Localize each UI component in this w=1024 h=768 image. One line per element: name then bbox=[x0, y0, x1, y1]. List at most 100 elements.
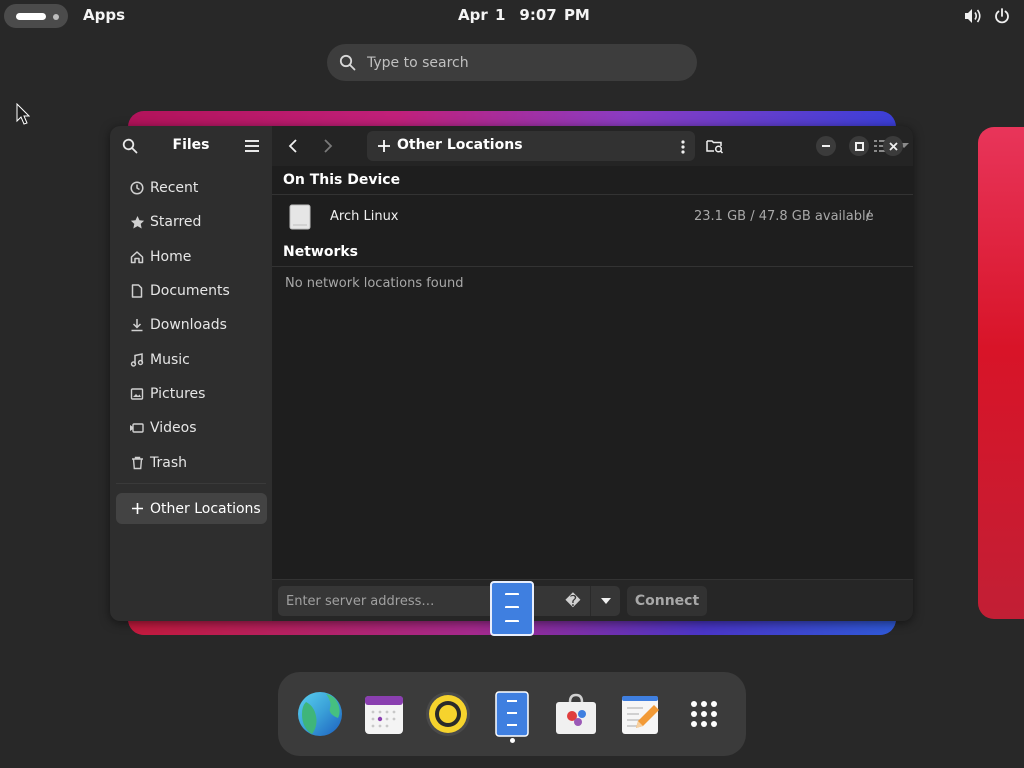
hamburger-menu-icon[interactable] bbox=[244, 138, 260, 157]
app-grid-icon[interactable] bbox=[680, 690, 728, 738]
sidebar-item-videos[interactable]: Videos bbox=[110, 411, 272, 445]
running-indicator bbox=[510, 738, 515, 743]
mouse-pointer-icon bbox=[16, 102, 31, 129]
device-space: 23.1 GB / 47.8 GB available bbox=[694, 209, 874, 224]
chevron-left-icon bbox=[288, 139, 297, 153]
sidebar-item-downloads[interactable]: Downloads bbox=[110, 308, 272, 342]
path-bar[interactable]: Other Locations bbox=[367, 131, 695, 161]
sidebar-header: Files bbox=[110, 126, 272, 166]
sidebar-divider bbox=[116, 483, 266, 484]
search-input[interactable] bbox=[367, 44, 687, 81]
system-tray[interactable] bbox=[964, 7, 1010, 25]
workspace-dot-icon bbox=[53, 14, 59, 20]
close-button[interactable] bbox=[883, 136, 903, 156]
cabinet-drawer-icon bbox=[505, 606, 519, 610]
empty-networks-message: No network locations found bbox=[285, 276, 464, 291]
section-divider bbox=[272, 194, 913, 195]
chevron-down-icon bbox=[600, 597, 611, 604]
volume-icon[interactable] bbox=[964, 8, 982, 24]
kebab-menu-icon[interactable] bbox=[681, 139, 685, 158]
sidebar-item-label: Recent bbox=[150, 180, 199, 197]
next-workspace-preview[interactable] bbox=[978, 127, 1024, 619]
files-window[interactable]: Files Recent Starred Home Documents Down… bbox=[110, 126, 913, 621]
cabinet-drawer-icon bbox=[505, 592, 519, 597]
sidebar-item-trash[interactable]: Trash bbox=[110, 445, 272, 479]
cabinet-drawer-icon bbox=[505, 620, 519, 624]
desktop: Apps Apr 1 9:07 PM Type to search Files … bbox=[0, 0, 1024, 768]
plus-icon bbox=[128, 502, 146, 515]
server-address-input[interactable] bbox=[278, 586, 490, 616]
sidebar-item-label: Starred bbox=[150, 214, 202, 231]
recent-servers-dropdown[interactable] bbox=[590, 586, 620, 616]
minimize-button[interactable] bbox=[816, 136, 836, 156]
sidebar-item-label: Pictures bbox=[150, 385, 206, 402]
power-icon[interactable] bbox=[994, 8, 1010, 24]
sidebar-item-home[interactable]: Home bbox=[110, 240, 272, 274]
web-browser-icon[interactable] bbox=[296, 690, 344, 738]
server-address-field[interactable] bbox=[278, 586, 490, 616]
sidebar-item-label: Other Locations bbox=[150, 500, 261, 517]
maximize-icon bbox=[854, 141, 864, 151]
close-icon bbox=[888, 141, 898, 151]
minimize-icon bbox=[822, 145, 830, 147]
music-icon bbox=[128, 351, 146, 369]
sidebar-item-music[interactable]: Music bbox=[110, 342, 272, 376]
section-on-this-device: On This Device bbox=[283, 172, 401, 188]
device-row[interactable]: Arch Linux 23.1 GB / 47.8 GB available / bbox=[272, 196, 913, 238]
path-label: Other Locations bbox=[397, 137, 523, 153]
connect-bar: � Connect bbox=[272, 579, 913, 621]
clock-time: 9:07 PM bbox=[519, 6, 590, 24]
sidebar-item-label: Documents bbox=[150, 283, 230, 300]
device-name: Arch Linux bbox=[330, 209, 399, 224]
forward-button[interactable] bbox=[315, 134, 341, 158]
rhythmbox-icon[interactable] bbox=[424, 690, 472, 738]
folder-search-icon bbox=[706, 140, 724, 154]
video-icon bbox=[128, 419, 146, 437]
software-icon[interactable] bbox=[552, 690, 600, 738]
clock[interactable]: Apr 1 9:07 PM bbox=[458, 6, 590, 24]
sidebar-item-other-locations[interactable]: Other Locations bbox=[116, 493, 267, 524]
document-icon bbox=[128, 282, 146, 300]
sidebar-item-starred[interactable]: Starred bbox=[110, 205, 272, 239]
sidebar-item-label: Downloads bbox=[150, 317, 227, 334]
connect-button[interactable]: Connect bbox=[627, 586, 707, 616]
activities-button[interactable] bbox=[4, 4, 68, 28]
back-button[interactable] bbox=[280, 134, 306, 158]
activities-pill-icon bbox=[16, 13, 46, 20]
section-divider bbox=[272, 266, 913, 267]
sidebar-list: Recent Starred Home Documents Downloads bbox=[110, 171, 272, 480]
sidebar-item-pictures[interactable]: Pictures bbox=[110, 377, 272, 411]
sidebar: Files Recent Starred Home Documents Down… bbox=[110, 126, 272, 621]
dragged-files-icon[interactable] bbox=[490, 581, 534, 636]
plus-icon bbox=[377, 138, 391, 157]
files-icon[interactable] bbox=[488, 690, 536, 738]
download-icon bbox=[128, 316, 146, 334]
sidebar-item-documents[interactable]: Documents bbox=[110, 274, 272, 308]
calendar-icon[interactable] bbox=[360, 690, 408, 738]
chevron-right-icon bbox=[324, 139, 333, 153]
dock bbox=[278, 672, 746, 756]
sidebar-item-label: Trash bbox=[150, 454, 187, 471]
star-icon bbox=[128, 213, 146, 231]
overview-search[interactable] bbox=[327, 44, 697, 81]
maximize-button[interactable] bbox=[849, 136, 869, 156]
clock-icon bbox=[128, 179, 146, 197]
text-editor-icon[interactable] bbox=[616, 690, 664, 738]
search-folder-button[interactable] bbox=[702, 134, 728, 158]
drive-icon bbox=[289, 204, 311, 230]
picture-icon bbox=[128, 385, 146, 403]
sidebar-item-recent[interactable]: Recent bbox=[110, 171, 272, 205]
top-bar: Apps Apr 1 9:07 PM bbox=[0, 0, 1024, 32]
sidebar-item-label: Music bbox=[150, 351, 190, 368]
apps-label[interactable]: Apps bbox=[83, 6, 125, 24]
search-icon bbox=[339, 54, 356, 75]
sidebar-item-label: Videos bbox=[150, 420, 197, 437]
trash-icon bbox=[128, 454, 146, 472]
home-icon bbox=[128, 248, 146, 266]
clock-date: Apr 1 bbox=[458, 6, 506, 24]
help-icon[interactable]: � bbox=[562, 590, 584, 612]
device-mount-point: / bbox=[866, 209, 871, 224]
main-content: Other Locations On This Device Arch Linu… bbox=[272, 126, 913, 621]
sidebar-item-label: Home bbox=[150, 248, 192, 265]
section-networks: Networks bbox=[283, 244, 359, 260]
